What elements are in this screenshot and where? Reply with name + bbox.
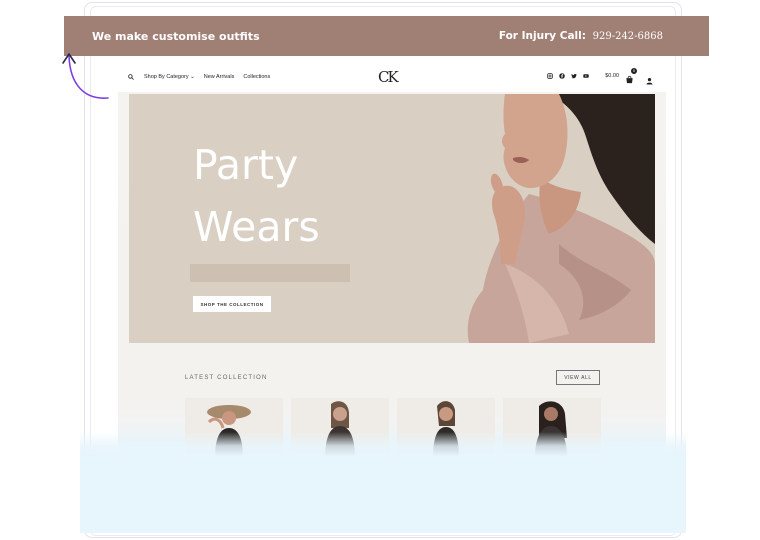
hero-title-line1: Party: [193, 141, 299, 189]
nav-new-arrivals[interactable]: New Arrivals: [204, 74, 235, 80]
site-logo[interactable]: CK: [378, 68, 399, 86]
shop-the-collection-button[interactable]: SHOP THE COLLECTION: [193, 296, 271, 312]
hero-banner: Party Wears SHOP THE COLLECTION: [129, 94, 655, 343]
nav-collections[interactable]: Collections: [243, 74, 270, 80]
cart-count-badge: 0: [631, 68, 637, 74]
hero-subtitle-placeholder: [190, 264, 350, 282]
pointer-arrow-icon: [62, 53, 109, 99]
injury-call[interactable]: For Injury Call: 929-242-6868: [499, 30, 663, 42]
view-all-button[interactable]: VIEW ALL: [556, 370, 600, 385]
announcement-text: We make customise outfits: [92, 29, 260, 43]
search-icon[interactable]: [127, 73, 135, 81]
announcement-bar: We make customise outfits For Injury Cal…: [64, 16, 709, 56]
header-actions: $0.00 0: [547, 68, 654, 84]
phone-number[interactable]: 929-242-6868: [593, 31, 663, 42]
youtube-icon[interactable]: [583, 73, 589, 79]
bottom-fade-overlay: [80, 432, 686, 533]
hero-title: Party Wears: [193, 134, 320, 258]
latest-collection-heading: LATEST COLLECTION: [185, 375, 268, 381]
nav-shop-by-category-label: Shop By Category: [144, 74, 189, 80]
nav-shop-by-category[interactable]: Shop By Category ⌄: [144, 74, 195, 80]
hero-title-line2: Wears: [193, 203, 320, 251]
hero-model-image: [467, 94, 655, 343]
account-icon[interactable]: [646, 72, 654, 84]
main-nav: Shop By Category ⌄ New Arrivals Collecti…: [118, 73, 270, 81]
chevron-down-icon: ⌄: [190, 74, 195, 80]
site-header: Shop By Category ⌄ New Arrivals Collecti…: [118, 62, 666, 92]
injury-call-label: For Injury Call:: [498, 30, 586, 42]
facebook-icon[interactable]: [559, 72, 565, 79]
instagram-icon[interactable]: [547, 72, 553, 79]
twitter-icon[interactable]: [571, 73, 577, 79]
cart-icon[interactable]: 0: [625, 68, 637, 84]
cart-amount[interactable]: $0.00: [605, 73, 619, 79]
